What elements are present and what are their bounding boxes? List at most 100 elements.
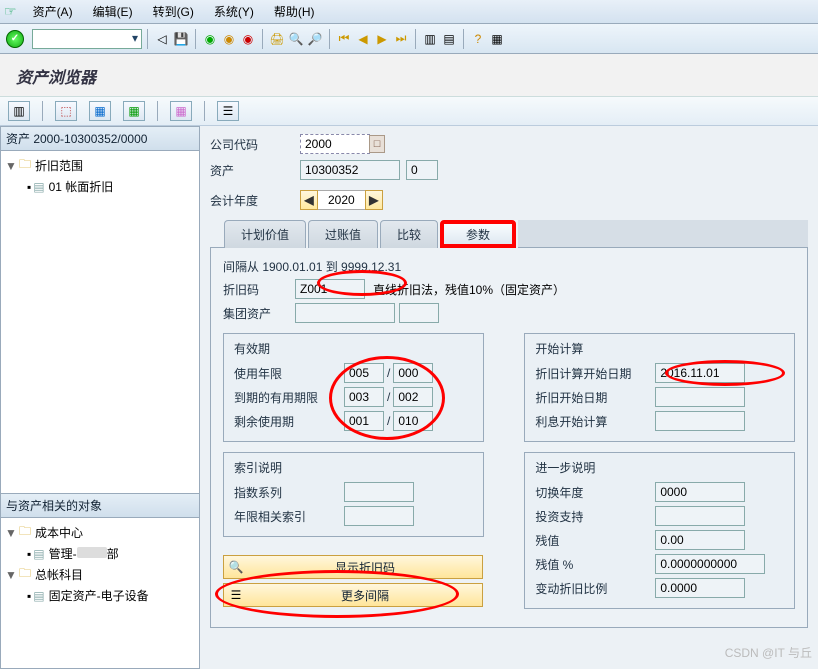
index-title: 索引说明 xyxy=(234,459,473,476)
tree2-node2-child-label: 固定资产-电子设备 xyxy=(49,587,149,604)
tree1-root[interactable]: ▼🗀 折旧范围 xyxy=(3,154,197,177)
show-depkey-button[interactable]: 🔍 显示折旧码 xyxy=(223,555,483,579)
asset-sub-input[interactable] xyxy=(406,160,438,180)
back-icon[interactable]: ◁ xyxy=(153,30,171,48)
fy-next-button[interactable]: ▶ xyxy=(365,190,383,210)
calc-start-label: 折旧计算开始日期 xyxy=(535,365,655,382)
first-page-icon[interactable]: ⏮ xyxy=(335,30,353,48)
tab-compare[interactable]: 比较 xyxy=(380,220,438,248)
tree1-child-label: 01 帐面折旧 xyxy=(49,178,114,195)
save-icon[interactable]: 💾 xyxy=(172,30,190,48)
standard-toolbar: ✓ ◁ 💾 ◉ ◉ ◉ 🖨 🔍 🔎 ⏮ ◀ ▶ ⏭ ▥ ▤ ? ▦ xyxy=(0,24,818,54)
series-input[interactable] xyxy=(344,482,414,502)
show-depkey-label: 显示折旧码 xyxy=(248,559,482,576)
invest-input[interactable] xyxy=(655,506,745,526)
scrap-pct-label: 残值 % xyxy=(535,556,655,573)
tree2-node1[interactable]: ▼🗀 成本中心 xyxy=(3,521,197,544)
further-title: 进一步说明 xyxy=(535,459,784,476)
app-menu-icon[interactable]: ☞ xyxy=(4,3,17,20)
right-pane: 公司代码 ☐ 资产 会计年度 ◀ 2020 ▶ 计划价值 xyxy=(200,126,818,669)
menu-help[interactable]: 帮助(H) xyxy=(264,1,325,22)
remain-months[interactable] xyxy=(393,411,433,431)
tab-params[interactable]: 参数 xyxy=(440,220,516,248)
help-icon[interactable]: ? xyxy=(469,30,487,48)
invest-label: 投资支持 xyxy=(535,508,655,525)
app-btn-6[interactable]: ☰ xyxy=(217,101,239,121)
start-calc-group: 开始计算 折旧计算开始日期 折旧开始日期 利息开始计算 xyxy=(524,333,795,442)
doc-icon: ▤ xyxy=(33,589,44,603)
menu-goto[interactable]: 转到(G) xyxy=(143,1,204,22)
groupasset-sub-input[interactable] xyxy=(399,303,439,323)
back-green-icon[interactable]: ◉ xyxy=(201,30,219,48)
tree2-wrap: 与资产相关的对象 ▼🗀 成本中心 ▪▤ 管理-部 ▼🗀 总帐科目 ▪ xyxy=(1,493,199,668)
calc-start-input[interactable] xyxy=(655,363,745,383)
search-help-icon[interactable]: ☐ xyxy=(369,135,385,153)
fy-prev-button[interactable]: ◀ xyxy=(300,190,318,210)
asset-input[interactable] xyxy=(300,160,400,180)
cancel-icon[interactable]: ◉ xyxy=(239,30,257,48)
tree2-node2[interactable]: ▼🗀 总帐科目 xyxy=(3,563,197,586)
menu-edit[interactable]: 编辑(E) xyxy=(83,1,143,22)
remain-years[interactable] xyxy=(344,411,384,431)
series-label: 指数系列 xyxy=(234,484,344,501)
tree1-child[interactable]: ▪▤ 01 帐面折旧 xyxy=(3,177,197,196)
layout-icon[interactable]: ▦ xyxy=(488,30,506,48)
scrap-input[interactable] xyxy=(655,530,745,550)
app-btn-1[interactable]: ▥ xyxy=(8,101,30,121)
menu-system[interactable]: 系统(Y) xyxy=(204,1,264,22)
groupasset-input[interactable] xyxy=(295,303,395,323)
scrap-pct-input[interactable] xyxy=(655,554,765,574)
find-next-icon[interactable]: 🔎 xyxy=(306,30,324,48)
next-page-icon[interactable]: ▶ xyxy=(373,30,391,48)
enter-icon[interactable]: ✓ xyxy=(6,30,24,48)
var-dep-input[interactable] xyxy=(655,578,745,598)
remain-label: 剩余使用期 xyxy=(234,413,344,430)
expired-months[interactable] xyxy=(393,387,433,407)
scrap-label: 残值 xyxy=(535,532,655,549)
display-icon: 🔍 xyxy=(224,560,248,574)
find-icon[interactable]: 🔍 xyxy=(287,30,305,48)
tree2-node1-child-label: 管理-部 xyxy=(49,545,119,562)
app-btn-4[interactable]: ▦ xyxy=(123,101,145,121)
exit-icon[interactable]: ◉ xyxy=(220,30,238,48)
menu-asset[interactable]: 资产(A) xyxy=(23,1,83,22)
fy-nav: ◀ 2020 ▶ xyxy=(300,190,383,210)
menu-bar: ☞ 资产(A) 编辑(E) 转到(G) 系统(Y) 帮助(H) xyxy=(0,0,818,24)
command-field[interactable] xyxy=(32,29,142,49)
app-btn-2[interactable]: ⬚ xyxy=(55,101,77,121)
useful-life-years[interactable] xyxy=(344,363,384,383)
tree1-root-label: 折旧范围 xyxy=(35,157,83,174)
doc-icon: ▤ xyxy=(33,180,44,194)
int-start-input[interactable] xyxy=(655,411,745,431)
tree2-header: 与资产相关的对象 xyxy=(1,494,199,518)
prev-page-icon[interactable]: ◀ xyxy=(354,30,372,48)
app-btn-3[interactable]: ▦ xyxy=(89,101,111,121)
tab-posted[interactable]: 过账值 xyxy=(308,220,378,248)
shortcut-icon[interactable]: ▤ xyxy=(440,30,458,48)
main-area: 资产 2000-10300352/0000 ▼🗀 折旧范围 ▪▤ 01 帐面折旧… xyxy=(0,126,818,669)
tree2-node2-label: 总帐科目 xyxy=(35,566,83,583)
useful-life-months[interactable] xyxy=(393,363,433,383)
app-btn-5[interactable]: ▦ xyxy=(170,101,192,121)
company-code-input[interactable] xyxy=(300,134,370,154)
folder-icon: 🗀 xyxy=(19,522,31,543)
tree2-node2-child[interactable]: ▪▤ 固定资产-电子设备 xyxy=(3,586,197,605)
new-session-icon[interactable]: ▥ xyxy=(421,30,439,48)
dep-start-input[interactable] xyxy=(655,387,745,407)
tree2-node1-child[interactable]: ▪▤ 管理-部 xyxy=(3,544,197,563)
print-icon[interactable]: 🖨 xyxy=(268,30,286,48)
change-year-input[interactable] xyxy=(655,482,745,502)
depkey-input[interactable] xyxy=(295,279,365,299)
int-start-label: 利息开始计算 xyxy=(535,413,655,430)
more-intervals-button[interactable]: ☰ 更多间隔 xyxy=(223,583,483,607)
groupasset-label: 集团资产 xyxy=(223,305,295,322)
aging-input[interactable] xyxy=(344,506,414,526)
index-group: 索引说明 指数系列 年限相关索引 xyxy=(223,452,484,537)
expired-years[interactable] xyxy=(344,387,384,407)
folder-icon: 🗀 xyxy=(19,155,31,176)
useful-life-label: 使用年限 xyxy=(234,365,344,382)
var-dep-label: 变动折旧比例 xyxy=(535,580,655,597)
page-title: 资产浏览器 xyxy=(0,54,818,96)
tab-plan[interactable]: 计划价值 xyxy=(224,220,306,248)
last-page-icon[interactable]: ⏭ xyxy=(392,30,410,48)
